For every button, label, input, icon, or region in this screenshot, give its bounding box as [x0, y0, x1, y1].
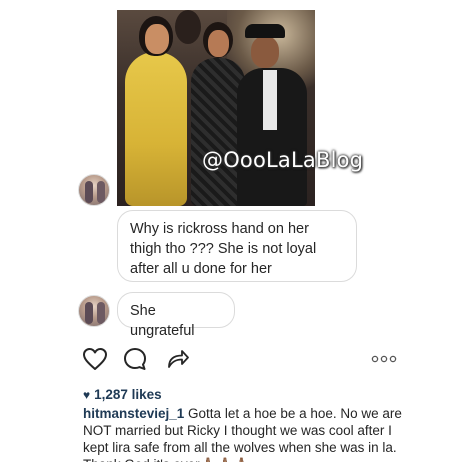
- photo-person-left: [125, 52, 187, 206]
- commenter-avatar[interactable]: [78, 174, 110, 206]
- post-action-bar: [0, 345, 474, 375]
- ellipsis-icon: [371, 355, 397, 363]
- comment-text: She ungrateful: [130, 303, 195, 339]
- photo-person-middle-face: [208, 30, 229, 57]
- share-arrow-icon: [168, 350, 189, 368]
- heart-outline-icon: [83, 348, 107, 370]
- comment-button[interactable]: [121, 345, 149, 373]
- like-button[interactable]: [81, 345, 109, 373]
- photo-watermark: @OooLaLaBlog: [202, 148, 364, 172]
- photo-person-left-face: [145, 24, 169, 54]
- post-photo[interactable]: [117, 10, 315, 206]
- photo-person-right-face: [251, 36, 279, 68]
- likes-count[interactable]: ♥ 1,287 likes: [83, 387, 162, 402]
- share-button[interactable]: [163, 345, 191, 373]
- heart-icon: ♥: [83, 387, 91, 402]
- post-caption: hitmansteviej_1 Gotta let a hoe be a hoe…: [83, 405, 413, 462]
- photo-person-right-shirt: [263, 70, 277, 130]
- comment-bubble: She ungrateful: [117, 292, 235, 339]
- comment-bubble: Why is rickross hand on her thigh tho ??…: [117, 210, 357, 282]
- commenter-avatar[interactable]: [78, 295, 110, 327]
- more-options-button[interactable]: [369, 345, 399, 373]
- caption-username[interactable]: hitmansteviej_1: [83, 406, 184, 421]
- photo-person-right-hat: [245, 24, 285, 38]
- speech-bubble-icon: [124, 348, 146, 370]
- photo-person-background: [175, 10, 201, 44]
- likes-count-text: 1,287 likes: [94, 387, 162, 402]
- comment-text: Why is rickross hand on her thigh tho ??…: [130, 221, 317, 277]
